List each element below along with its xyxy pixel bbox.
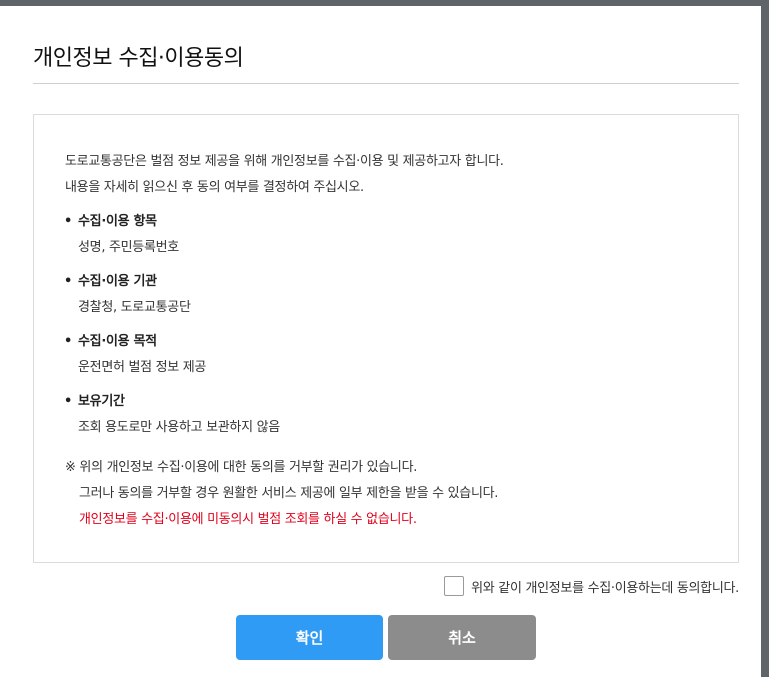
section-body: 경찰청, 도로교통공단 [78,300,191,315]
section-collection-purpose: • 수집·이용 목적 운전면허 벌점 정보 제공 [64,329,206,381]
section-body: 운전면허 벌점 정보 제공 [78,360,207,375]
section-heading: 보유기간 [78,394,125,409]
section-heading: 수집·이용 목적 [78,334,157,349]
refusal-notice: ※ 위의 개인정보 수집·이용에 대한 동의를 거부할 권리가 있습니다. 그러… [65,455,498,533]
section-retention-period: • 보유기간 조회 용도로만 사용하고 보관하지 않음 [64,389,280,441]
title-divider [33,83,739,84]
confirm-button[interactable]: 확인 [236,615,383,660]
notice-line: 그러나 동의를 거부할 경우 원활한 서비스 제공에 일부 제한을 받을 수 있… [79,486,499,501]
intro-line: 내용을 자세히 읽으신 후 동의 여부를 결정하여 주십시오. [65,180,364,195]
bullet-icon: • [64,334,73,349]
bullet-icon: • [64,394,73,409]
agree-checkbox[interactable] [444,576,465,596]
notice-warning: 개인정보를 수집·이용에 미동의시 벌점 조회를 하실 수 없습니다. [79,512,417,527]
cancel-button[interactable]: 취소 [388,615,536,660]
consent-dialog: 개인정보 수집·이용동의 도로교통공단은 벌점 정보 제공을 위해 개인정보를 … [0,6,761,677]
intro-text: 도로교통공단은 벌점 정보 제공을 위해 개인정보를 수집·이용 및 제공하고자… [65,149,504,201]
agree-label: 위와 같이 개인정보를 수집·이용하는데 동의합니다. [471,580,739,596]
agree-option[interactable]: 위와 같이 개인정보를 수집·이용하는데 동의합니다. [444,576,739,596]
section-body: 성명, 주민등록번호 [78,240,179,255]
dialog-title: 개인정보 수집·이용동의 [33,46,244,71]
section-body: 조회 용도로만 사용하고 보관하지 않음 [78,420,280,435]
section-heading: 수집·이용 항목 [78,214,157,229]
section-heading: 수집·이용 기관 [78,274,157,289]
section-collection-agency: • 수집·이용 기관 경찰청, 도로교통공단 [64,269,191,321]
bullet-icon: • [64,214,73,229]
intro-line: 도로교통공단은 벌점 정보 제공을 위해 개인정보를 수집·이용 및 제공하고자… [65,154,504,169]
section-collection-items: • 수집·이용 항목 성명, 주민등록번호 [64,209,179,261]
notice-line: ※ 위의 개인정보 수집·이용에 대한 동의를 거부할 권리가 있습니다. [65,460,418,475]
bullet-icon: • [64,274,73,289]
consent-content-box: 도로교통공단은 벌점 정보 제공을 위해 개인정보를 수집·이용 및 제공하고자… [33,114,739,563]
